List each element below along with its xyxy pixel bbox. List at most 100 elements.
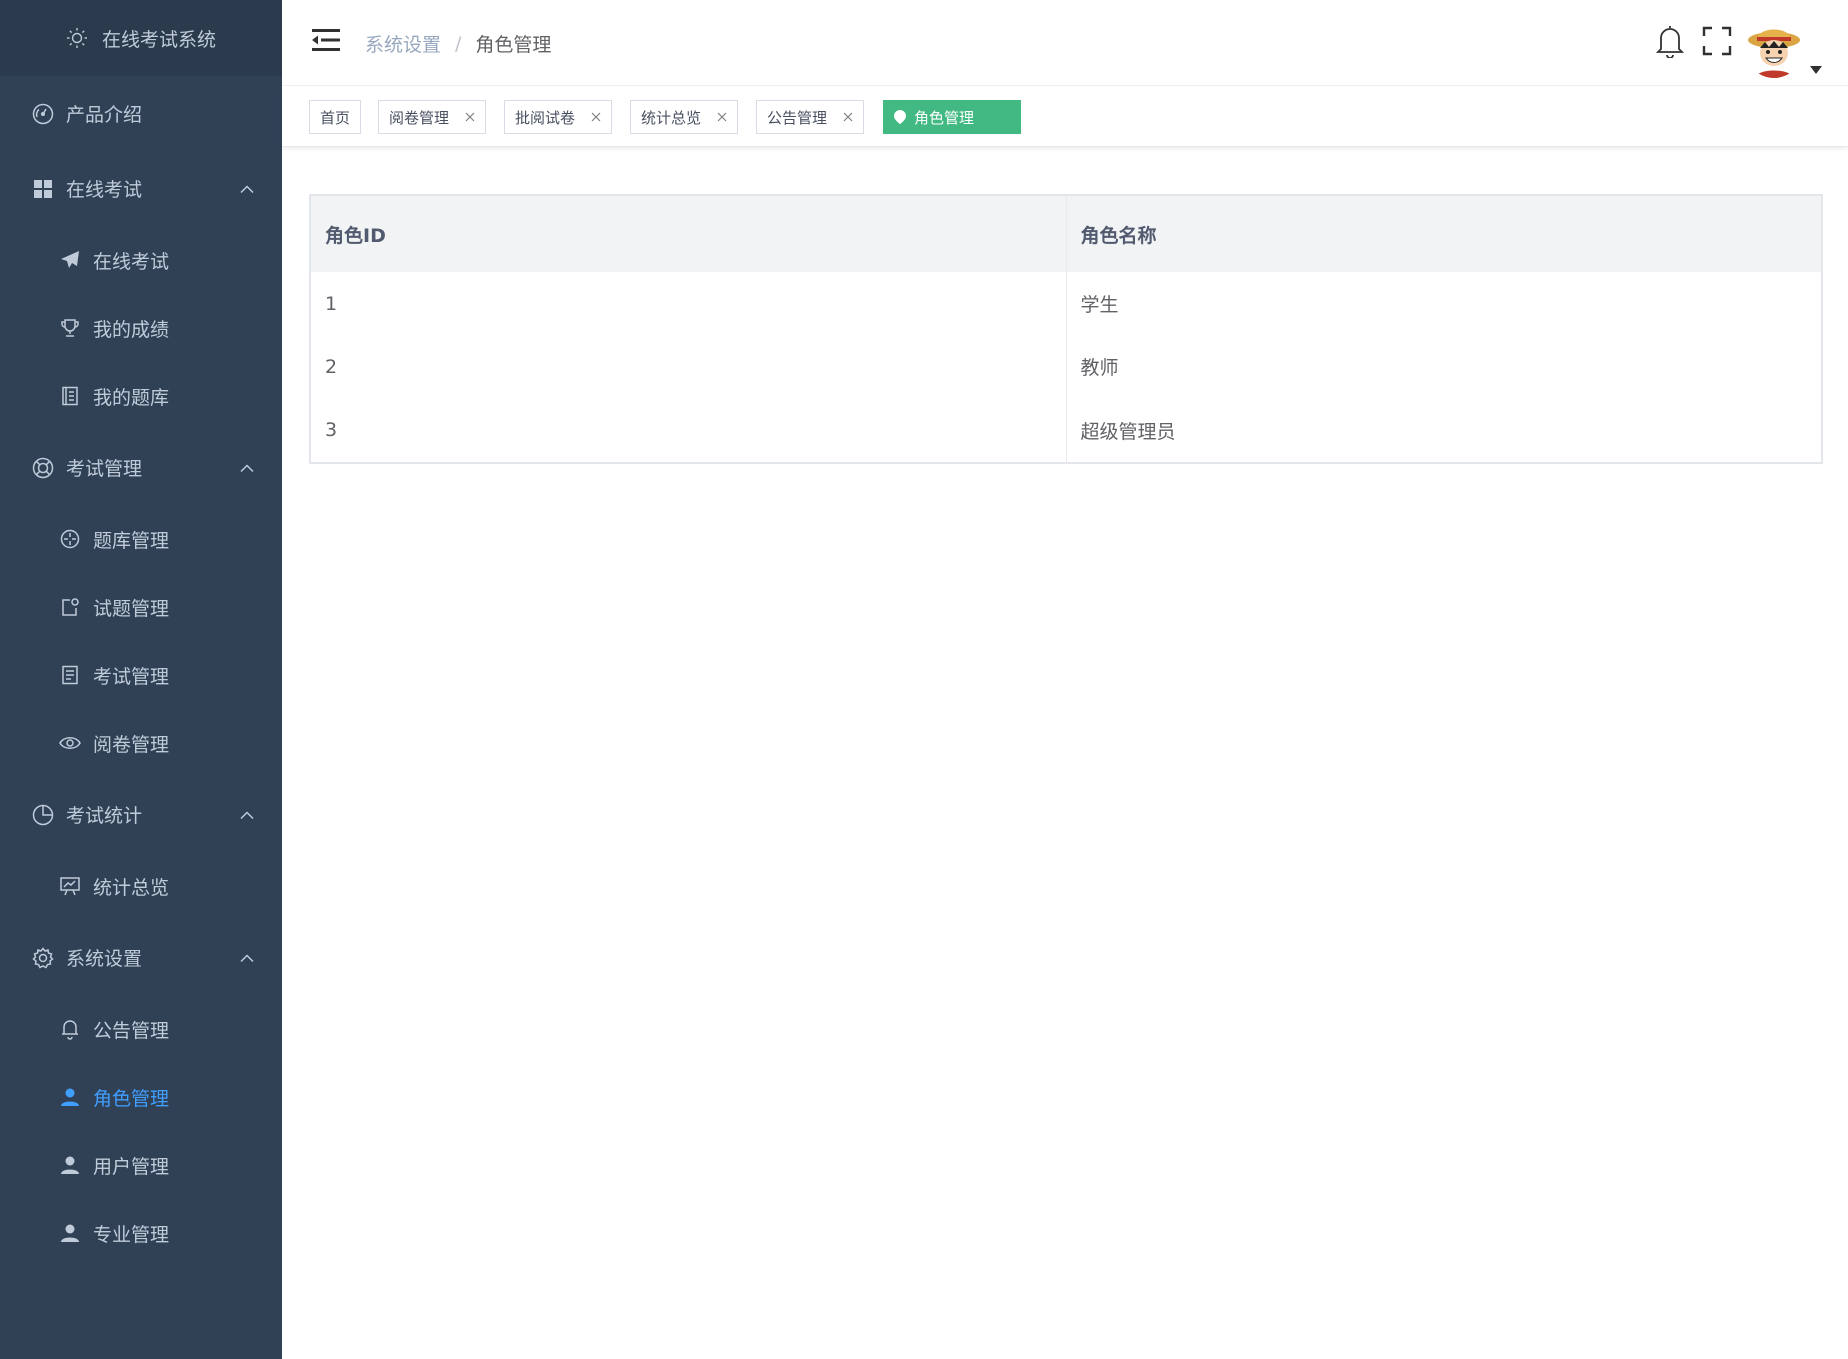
compass-icon xyxy=(59,528,81,550)
sidebar-item-label: 公告管理 xyxy=(93,1019,170,1042)
tag-statistics-overview[interactable]: 统计总览 xyxy=(630,100,739,134)
tag-label: 角色管理 xyxy=(914,108,975,127)
column-header-role-id: 角色ID xyxy=(311,196,1067,272)
sidebar-item-label: 考试统计 xyxy=(66,805,143,827)
sidebar-item-grading-management[interactable]: 阅卷管理 xyxy=(0,709,282,777)
eye-icon xyxy=(59,732,81,754)
bell-icon xyxy=(59,1018,81,1040)
sidebar-item-label: 在线考试 xyxy=(66,179,143,201)
user-icon xyxy=(59,1222,81,1244)
sidebar-item-product-intro[interactable]: 产品介绍 xyxy=(0,76,282,151)
table-row[interactable]: 2 教师 xyxy=(311,335,1821,398)
caret-down-icon[interactable] xyxy=(1810,66,1822,74)
sidebar-item-online-exam[interactable]: 在线考试 xyxy=(0,226,282,294)
table-row[interactable]: 1 学生 xyxy=(311,272,1821,335)
fullscreen-icon[interactable] xyxy=(1702,26,1732,56)
sidebar-item-label: 在线考试 xyxy=(93,250,170,273)
sun-icon xyxy=(66,27,88,49)
sidebar-item-question-management[interactable]: 试题管理 xyxy=(0,573,282,641)
chevron-up-icon xyxy=(240,810,254,819)
sidebar-item-announcement-management[interactable]: 公告管理 xyxy=(0,995,282,1063)
sidebar-item-label: 考试管理 xyxy=(93,665,170,688)
hamburger-icon[interactable] xyxy=(312,28,340,54)
sidebar-item-label: 产品介绍 xyxy=(66,104,143,126)
paper-plane-icon xyxy=(59,249,81,271)
breadcrumb: 系统设置 / 角色管理 xyxy=(365,30,551,57)
cell-role-id: 1 xyxy=(311,272,1067,335)
close-icon[interactable] xyxy=(465,112,475,122)
sidebar-item-label: 角色管理 xyxy=(93,1087,170,1110)
grid-icon xyxy=(32,178,54,200)
sidebar-item-label: 我的成绩 xyxy=(93,318,170,341)
tag-review-papers[interactable]: 批阅试卷 xyxy=(504,100,613,134)
chevron-up-icon xyxy=(240,953,254,962)
tags-view-bar: 首页 阅卷管理 批阅试卷 统计总览 公告管理 角色管理 xyxy=(282,87,1848,147)
sidebar-item-label: 系统设置 xyxy=(66,948,143,970)
sidebar-item-question-bank-management[interactable]: 题库管理 xyxy=(0,505,282,573)
sidebar-item-label: 统计总览 xyxy=(93,876,170,899)
sidebar-item-label: 我的题库 xyxy=(93,386,170,409)
cell-role-id: 2 xyxy=(311,335,1067,398)
trophy-icon xyxy=(59,317,81,339)
notification-bell-icon[interactable] xyxy=(1656,24,1684,58)
tag-grading-management[interactable]: 阅卷管理 xyxy=(378,100,487,134)
sidebar-item-my-question-bank[interactable]: 我的题库 xyxy=(0,362,282,430)
tag-label: 阅卷管理 xyxy=(389,108,450,127)
sidebar: 在线考试系统 产品介绍 在线考试 在线考试 我的成绩 我的题库 考试管理 题库管… xyxy=(0,0,282,1359)
doc-edit-icon xyxy=(59,596,81,618)
role-table-grid: 角色ID 角色名称 1 学生 2 教师 3 超级管理员 xyxy=(311,196,1821,462)
lifebuoy-icon xyxy=(32,457,54,479)
breadcrumb-separator: / xyxy=(455,32,462,55)
sidebar-group-exam-management[interactable]: 考试管理 xyxy=(0,430,282,505)
dashboard-icon xyxy=(32,103,54,125)
sidebar-logo[interactable]: 在线考试系统 xyxy=(0,0,282,76)
user-icon xyxy=(59,1086,81,1108)
tag-label: 统计总览 xyxy=(641,108,702,127)
sidebar-item-label: 专业管理 xyxy=(93,1223,170,1246)
app-title: 在线考试系统 xyxy=(101,28,216,51)
sidebar-group-exam-statistics[interactable]: 考试统计 xyxy=(0,777,282,852)
breadcrumb-item-system-settings[interactable]: 系统设置 xyxy=(365,30,441,57)
pie-chart-icon xyxy=(32,804,54,826)
user-icon xyxy=(59,1154,81,1176)
sidebar-item-label: 考试管理 xyxy=(66,458,143,480)
app-root: 在线考试系统 产品介绍 在线考试 在线考试 我的成绩 我的题库 考试管理 题库管… xyxy=(0,0,1848,1359)
role-table: 角色ID 角色名称 1 学生 2 教师 3 超级管理员 xyxy=(309,194,1823,464)
close-icon[interactable] xyxy=(843,112,853,122)
sidebar-item-major-management[interactable]: 专业管理 xyxy=(0,1199,282,1267)
main-area: 系统设置 / 角色管理 首页 阅卷管理 批阅试卷 统计总览 公告管理 角色管理 … xyxy=(282,0,1848,1359)
sidebar-item-exam-management[interactable]: 考试管理 xyxy=(0,641,282,709)
sidebar-item-label: 阅卷管理 xyxy=(93,733,170,756)
cell-role-name: 教师 xyxy=(1080,357,1119,379)
cell-role-id: 3 xyxy=(311,398,1067,462)
tag-label: 首页 xyxy=(320,108,351,127)
sidebar-item-user-management[interactable]: 用户管理 xyxy=(0,1131,282,1199)
cell-role-name: 超级管理员 xyxy=(1080,420,1176,443)
tag-home[interactable]: 首页 xyxy=(309,100,362,134)
user-avatar[interactable] xyxy=(1745,20,1803,78)
document-icon xyxy=(59,664,81,686)
table-row[interactable]: 3 超级管理员 xyxy=(311,398,1821,462)
sidebar-item-label: 试题管理 xyxy=(93,597,170,620)
sidebar-item-my-scores[interactable]: 我的成绩 xyxy=(0,294,282,362)
presentation-chart-icon xyxy=(59,875,81,897)
sidebar-item-label: 用户管理 xyxy=(93,1155,170,1178)
breadcrumb-item-role-management: 角色管理 xyxy=(475,34,552,56)
close-icon[interactable] xyxy=(591,112,601,122)
cell-role-name: 学生 xyxy=(1080,294,1119,316)
sidebar-item-statistics-overview[interactable]: 统计总览 xyxy=(0,852,282,920)
column-header-role-name: 角色名称 xyxy=(1066,196,1821,272)
notebook-icon xyxy=(59,385,81,407)
sidebar-item-label: 题库管理 xyxy=(93,529,170,552)
sidebar-group-system-settings[interactable]: 系统设置 xyxy=(0,920,282,995)
location-pin-icon xyxy=(894,110,906,124)
sidebar-group-online-exam[interactable]: 在线考试 xyxy=(0,151,282,226)
tag-announcement-management[interactable]: 公告管理 xyxy=(756,100,865,134)
tag-label: 批阅试卷 xyxy=(515,108,576,127)
chevron-up-icon xyxy=(240,184,254,193)
sidebar-item-role-management[interactable]: 角色管理 xyxy=(0,1063,282,1131)
chevron-up-icon xyxy=(240,463,254,472)
close-icon[interactable] xyxy=(717,112,727,122)
tag-label: 公告管理 xyxy=(767,108,828,127)
tag-role-management[interactable]: 角色管理 xyxy=(883,100,1021,134)
